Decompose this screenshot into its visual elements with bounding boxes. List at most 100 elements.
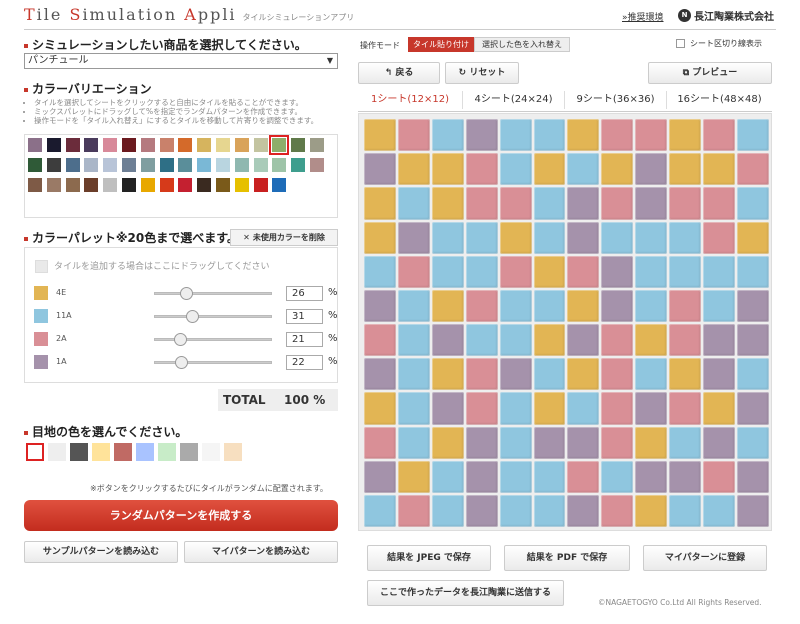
tile-cell[interactable] xyxy=(465,221,498,254)
tile-cell[interactable] xyxy=(669,460,702,493)
joint-color-swatch[interactable] xyxy=(70,443,88,461)
tile-cell[interactable] xyxy=(703,426,736,459)
tile-cell[interactable] xyxy=(737,187,769,220)
send-data-button[interactable]: ここで作ったデータを長江陶業に送信する xyxy=(367,580,564,606)
tile-cell[interactable] xyxy=(431,426,464,459)
tile-cell[interactable] xyxy=(533,119,566,152)
slider-thumb[interactable] xyxy=(179,287,193,300)
color-swatch[interactable] xyxy=(290,157,307,173)
color-swatch[interactable] xyxy=(233,157,250,173)
tile-cell[interactable] xyxy=(364,392,396,425)
tile-cell[interactable] xyxy=(737,255,769,288)
tile-cell[interactable] xyxy=(533,221,566,254)
color-swatch[interactable] xyxy=(271,177,288,193)
tile-cell[interactable] xyxy=(567,358,600,391)
mode-tile-paste-button[interactable]: タイル貼り付け xyxy=(408,37,474,52)
tile-cell[interactable] xyxy=(601,153,634,186)
tile-cell[interactable] xyxy=(431,460,464,493)
drop-zone[interactable]: タイルを追加する場合はここにドラッグしてください xyxy=(35,259,269,273)
color-swatch[interactable] xyxy=(308,157,325,173)
slider-thumb[interactable] xyxy=(173,333,187,346)
color-swatch[interactable] xyxy=(139,157,156,173)
tile-cell[interactable] xyxy=(703,119,736,152)
load-my-pattern-button[interactable]: マイパターンを読み込む xyxy=(184,541,338,563)
preview-button[interactable]: ⧉ プレビュー xyxy=(648,62,772,84)
tile-cell[interactable] xyxy=(533,153,566,186)
tile-cell[interactable] xyxy=(737,494,769,527)
color-swatch[interactable] xyxy=(120,157,137,173)
tile-cell[interactable] xyxy=(465,324,498,357)
tile-cell[interactable] xyxy=(635,426,668,459)
tile-cell[interactable] xyxy=(431,221,464,254)
tile-cell[interactable] xyxy=(364,119,396,152)
tile-cell[interactable] xyxy=(601,255,634,288)
tile-cell[interactable] xyxy=(431,324,464,357)
tile-cell[interactable] xyxy=(737,358,769,391)
tile-cell[interactable] xyxy=(601,289,634,322)
tab-9-sheet[interactable]: 9シート(36×36) xyxy=(565,88,666,112)
tile-cell[interactable] xyxy=(567,324,600,357)
color-swatch[interactable] xyxy=(233,137,250,153)
remove-unused-button[interactable]: ✕ 未使用カラーを削除 xyxy=(230,229,338,246)
tile-cell[interactable] xyxy=(431,119,464,152)
tile-cell[interactable] xyxy=(364,289,396,322)
percent-input[interactable]: 21 xyxy=(286,332,323,347)
tile-cell[interactable] xyxy=(499,187,532,220)
tile-cell[interactable] xyxy=(465,289,498,322)
tile-cell[interactable] xyxy=(465,119,498,152)
color-swatch[interactable] xyxy=(177,137,194,153)
color-swatch[interactable] xyxy=(83,177,100,193)
color-swatch[interactable] xyxy=(196,177,213,193)
tile-cell[interactable] xyxy=(703,460,736,493)
color-swatch[interactable] xyxy=(83,137,100,153)
tile-cell[interactable] xyxy=(635,119,668,152)
color-swatch[interactable] xyxy=(196,157,213,173)
color-swatch[interactable] xyxy=(45,157,62,173)
palette-color-chip[interactable] xyxy=(34,286,48,300)
color-swatch[interactable] xyxy=(64,177,81,193)
tile-cell[interactable] xyxy=(737,460,769,493)
tile-cell[interactable] xyxy=(601,221,634,254)
percent-slider-track[interactable] xyxy=(154,356,272,369)
tile-cell[interactable] xyxy=(635,153,668,186)
color-swatch[interactable] xyxy=(214,137,231,153)
tile-cell[interactable] xyxy=(567,221,600,254)
tile-cell[interactable] xyxy=(567,392,600,425)
tile-cell[interactable] xyxy=(703,221,736,254)
color-swatch[interactable] xyxy=(102,137,119,153)
tile-cell[interactable] xyxy=(703,289,736,322)
tile-cell[interactable] xyxy=(397,460,430,493)
tile-cell[interactable] xyxy=(669,494,702,527)
tile-cell[interactable] xyxy=(364,221,396,254)
tile-cell[interactable] xyxy=(635,460,668,493)
create-random-pattern-button[interactable]: ランダムパターンを作成する xyxy=(24,500,338,531)
product-select[interactable]: パンチュール ▼ xyxy=(24,53,338,69)
tile-cell[interactable] xyxy=(567,460,600,493)
percent-input[interactable]: 31 xyxy=(286,309,323,324)
load-sample-pattern-button[interactable]: サンプルパターンを読み込む xyxy=(24,541,178,563)
tile-cell[interactable] xyxy=(397,392,430,425)
color-swatch[interactable] xyxy=(252,177,269,193)
tile-cell[interactable] xyxy=(533,255,566,288)
tile-cell[interactable] xyxy=(431,255,464,288)
color-swatch[interactable] xyxy=(290,137,307,153)
joint-color-swatch[interactable] xyxy=(92,443,110,461)
color-swatch[interactable] xyxy=(252,137,269,153)
joint-color-swatch[interactable] xyxy=(224,443,242,461)
tile-cell[interactable] xyxy=(364,426,396,459)
tile-cell[interactable] xyxy=(397,187,430,220)
color-swatch[interactable] xyxy=(177,157,194,173)
tile-cell[interactable] xyxy=(431,153,464,186)
tile-cell[interactable] xyxy=(703,392,736,425)
reset-button[interactable]: ↻ リセット xyxy=(445,62,519,84)
tile-cell[interactable] xyxy=(499,153,532,186)
tile-cell[interactable] xyxy=(669,289,702,322)
tile-cell[interactable] xyxy=(737,324,769,357)
color-swatch[interactable] xyxy=(196,137,213,153)
color-swatch[interactable] xyxy=(158,177,175,193)
color-swatch[interactable] xyxy=(271,157,288,173)
tile-cell[interactable] xyxy=(499,324,532,357)
tile-cell[interactable] xyxy=(397,221,430,254)
percent-slider-track[interactable] xyxy=(154,310,272,323)
color-swatch[interactable] xyxy=(139,137,156,153)
